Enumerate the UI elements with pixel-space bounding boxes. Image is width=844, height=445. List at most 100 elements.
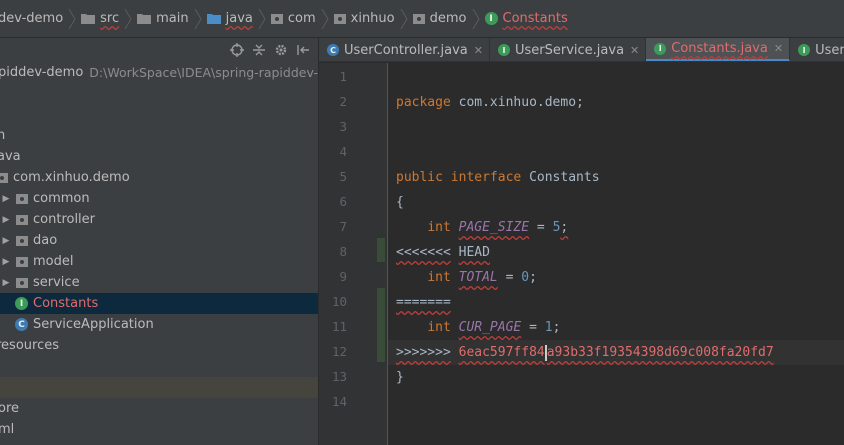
code-editor[interactable]: package com.xinhuo.demo; public interfac… xyxy=(388,63,844,445)
breadcrumb-main-label: main xyxy=(156,11,189,26)
constant-token: TOTAL xyxy=(458,270,498,285)
tree-item-controller[interactable]: ▶ controller xyxy=(0,209,318,230)
commit-hash: a93b33f19354398d69c008fa20fd7 xyxy=(546,345,774,360)
tab-label: UserService.java xyxy=(514,42,625,58)
tab-usercontroller[interactable]: C UserController.java ✕ xyxy=(319,38,490,61)
conflict-marker: >>>>>>> xyxy=(396,345,451,360)
tree-item-ignore[interactable]: ore xyxy=(0,398,318,419)
code-text: ; xyxy=(560,220,569,235)
expand-arrow-icon[interactable]: ▶ xyxy=(0,215,12,225)
tree-item-java[interactable]: ava xyxy=(0,146,318,167)
code-line-2: package com.xinhuo.demo; xyxy=(388,90,844,115)
project-panel: piddev-demo D:\WorkSpace\IDEA\spring-rap… xyxy=(0,38,318,445)
line-number: 12 xyxy=(331,344,347,359)
interface-icon: I xyxy=(484,12,498,25)
collapse-all-icon[interactable] xyxy=(252,43,266,57)
conflict-marker: <<<<<<< xyxy=(396,245,451,260)
interface-icon: I xyxy=(798,44,811,56)
tree-item-label: common xyxy=(33,191,90,206)
tree-item-path: D:\WorkSpace\IDEA\spring-rapiddev-de xyxy=(89,65,318,80)
line-number: 6 xyxy=(339,194,347,209)
expand-arrow-icon[interactable]: ▶ xyxy=(0,194,12,204)
code-line-12: >>>>>>> 6eac597ff84 a93b33f19354398d69c00… xyxy=(388,340,844,365)
tree-item-highlighted[interactable] xyxy=(0,377,318,398)
gear-icon[interactable] xyxy=(274,43,288,57)
breadcrumb-xinhuo[interactable]: xinhuo xyxy=(330,0,399,37)
tree-item-resources[interactable]: resources xyxy=(0,335,318,356)
tree-item-dao[interactable]: ▶ dao xyxy=(0,230,318,251)
close-icon[interactable]: ✕ xyxy=(474,44,483,57)
spring-boot-class-icon: C xyxy=(15,318,28,331)
breadcrumb-demo[interactable]: demo xyxy=(409,0,471,37)
tree-item-common[interactable]: ▶ common xyxy=(0,188,318,209)
tree-item-main[interactable]: n xyxy=(0,125,318,146)
expand-arrow-icon[interactable]: ▶ xyxy=(0,236,12,246)
tab-label: UserController.java xyxy=(344,42,468,58)
tree-item-label: dao xyxy=(33,233,58,248)
code-line-11: int CUR_PAGE = 1; xyxy=(388,315,844,340)
source-folder-icon xyxy=(206,13,221,24)
interface-icon: I xyxy=(497,44,510,56)
close-icon[interactable]: ✕ xyxy=(774,42,783,55)
tree-item-label: ServiceApplication xyxy=(33,317,154,332)
keyword-token: int xyxy=(427,220,451,235)
vcs-change-marker[interactable] xyxy=(377,238,385,262)
expand-arrow-icon[interactable]: ▶ xyxy=(0,278,12,288)
hide-panel-icon[interactable] xyxy=(296,43,310,57)
package-icon xyxy=(16,214,28,225)
vcs-change-marker[interactable] xyxy=(377,288,385,362)
tab-constants[interactable]: I Constants.java ✕ xyxy=(646,38,791,61)
tree-item-constants[interactable]: I Constants xyxy=(0,293,318,314)
keyword-token: interface xyxy=(450,170,522,185)
code-text: ; xyxy=(552,320,561,335)
tree-item-model[interactable]: ▶ model xyxy=(0,251,318,272)
breadcrumb-java[interactable]: java xyxy=(203,0,257,37)
tree-item-service[interactable]: ▶ service xyxy=(0,272,318,293)
locate-icon[interactable] xyxy=(230,43,244,57)
tree-item-label: resources xyxy=(0,338,60,353)
breadcrumb-main[interactable]: main xyxy=(133,0,192,37)
keyword-token: int xyxy=(427,320,451,335)
tab-userservice[interactable]: I UserService.java ✕ xyxy=(490,38,647,61)
package-icon xyxy=(270,13,283,24)
line-number: 14 xyxy=(331,394,347,409)
tree-item-root[interactable]: piddev-demo D:\WorkSpace\IDEA\spring-rap… xyxy=(0,62,318,83)
tree-item-package[interactable]: com.xinhuo.demo xyxy=(0,167,318,188)
breadcrumb-com-label: com xyxy=(287,11,316,26)
line-number: 13 xyxy=(331,369,347,384)
project-toolbar xyxy=(0,38,318,62)
breadcrumb-constants[interactable]: I Constants xyxy=(481,0,572,37)
navigation-breadcrumb: dev-demo src main java com xinhuo demo I… xyxy=(0,0,844,38)
breadcrumb-com[interactable]: com xyxy=(267,0,320,37)
tree-item-xml[interactable]: ml xyxy=(0,419,318,440)
package-icon xyxy=(16,193,28,204)
package-icon xyxy=(16,277,28,288)
tab-usermapper[interactable]: I UserMapp xyxy=(790,38,844,61)
keyword-token: public xyxy=(396,170,443,185)
keyword-token: int xyxy=(427,270,451,285)
code-text: } xyxy=(396,370,404,385)
tree-item-label: ava xyxy=(0,149,21,164)
conflict-marker: ======= xyxy=(396,295,451,310)
line-number: 3 xyxy=(339,119,347,134)
breadcrumb-src[interactable]: src xyxy=(77,0,123,37)
breadcrumb-separator-icon xyxy=(471,8,481,30)
tree-item-label: Constants xyxy=(33,296,99,311)
breadcrumb-src-label: src xyxy=(100,11,120,26)
number-token: 0 xyxy=(521,270,530,285)
breadcrumb-separator-icon xyxy=(257,8,267,30)
code-line-7: int PAGE_SIZE = 5; xyxy=(388,215,844,240)
interface-icon: I xyxy=(15,297,28,310)
line-number: 11 xyxy=(331,319,347,334)
tree-item-serviceapplication[interactable]: C ServiceApplication xyxy=(0,314,318,335)
package-icon xyxy=(16,235,28,246)
breadcrumb-separator-icon xyxy=(320,8,330,30)
tree-item-label: ore xyxy=(0,401,20,416)
breadcrumb-project[interactable]: dev-demo xyxy=(0,0,67,37)
expand-arrow-icon[interactable]: ▶ xyxy=(0,257,12,267)
editor-gutter[interactable]: 1 2 3 4 5 6 7 8 9 10 11 12 13 14 xyxy=(319,63,387,445)
code-line-6: { xyxy=(388,190,844,215)
close-icon[interactable]: ✕ xyxy=(630,44,639,57)
code-text: = xyxy=(497,270,522,285)
breadcrumb-separator-icon xyxy=(193,8,203,30)
